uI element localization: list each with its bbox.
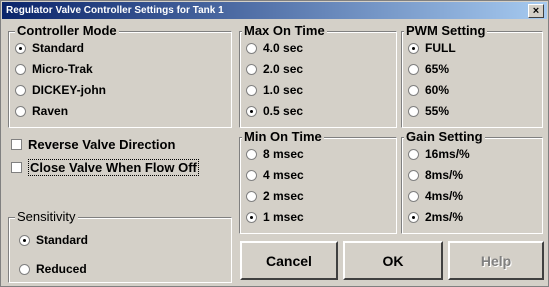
radio-icon — [408, 63, 419, 75]
reverse-valve-direction-checkbox[interactable]: Reverse Valve Direction — [11, 137, 175, 152]
option-label: 8ms/% — [425, 168, 464, 182]
radio-selected-icon — [246, 211, 257, 223]
controller-mode-group: Controller Mode Standard Micro-Trak DICK… — [8, 23, 232, 128]
help-label: Help — [480, 252, 512, 269]
max-on-time-4-0-radio[interactable]: 4.0 sec — [246, 40, 303, 56]
controller-mode-micro-trak-radio[interactable]: Micro-Trak — [15, 61, 93, 77]
radio-selected-icon — [15, 42, 26, 54]
radio-icon — [246, 190, 257, 202]
radio-icon — [408, 105, 419, 117]
close-button[interactable]: × — [528, 4, 544, 18]
gain-setting-group: Gain Setting 16ms/% 8ms/% 4ms/% 2ms/% — [401, 129, 543, 234]
min-on-time-8-radio[interactable]: 8 msec — [246, 146, 304, 162]
option-label: DICKEY-john — [32, 83, 106, 97]
option-label: 4ms/% — [425, 189, 464, 203]
gain-setting-label: Gain Setting — [404, 129, 485, 144]
pwm-setting-label: PWM Setting — [404, 23, 488, 38]
pwm-65-radio[interactable]: 65% — [408, 61, 449, 77]
pwm-55-radio[interactable]: 55% — [408, 103, 449, 119]
radio-icon — [246, 84, 257, 96]
gain-4-radio[interactable]: 4ms/% — [408, 188, 463, 204]
option-label: 4 msec — [263, 168, 304, 182]
option-label: 8 msec — [263, 147, 304, 161]
max-on-time-0-5-radio[interactable]: 0.5 sec — [246, 103, 303, 119]
radio-icon — [246, 148, 257, 160]
cancel-label: Cancel — [266, 252, 312, 269]
option-label: Raven — [32, 104, 69, 118]
checkbox-label: Reverse Valve Direction — [28, 137, 176, 152]
option-label: FULL — [425, 41, 456, 55]
option-label: 1.0 sec — [263, 83, 304, 97]
option-label: 65% — [425, 62, 450, 76]
close-valve-when-flow-off-checkbox[interactable]: Close Valve When Flow Off — [11, 159, 199, 176]
radio-icon — [246, 42, 257, 54]
radio-icon — [15, 105, 26, 117]
cancel-button[interactable]: Cancel — [240, 241, 338, 280]
pwm-full-radio[interactable]: FULL — [408, 40, 456, 56]
window-title: Regulator Valve Controller Settings for … — [6, 5, 224, 16]
radio-icon — [19, 263, 30, 275]
max-on-time-label: Max On Time — [242, 23, 327, 38]
max-on-time-2-0-radio[interactable]: 2.0 sec — [246, 61, 303, 77]
option-label: Standard — [32, 41, 85, 55]
radio-icon — [15, 63, 26, 75]
option-label: 55% — [425, 104, 450, 118]
controller-mode-raven-radio[interactable]: Raven — [15, 103, 68, 119]
title-bar: Regulator Valve Controller Settings for … — [2, 2, 547, 19]
checkbox-icon — [11, 162, 22, 173]
checkbox-label: Close Valve When Flow Off — [28, 159, 199, 176]
min-on-time-2-radio[interactable]: 2 msec — [246, 188, 304, 204]
max-on-time-1-0-radio[interactable]: 1.0 sec — [246, 82, 303, 98]
sensitivity-group: Sensitivity Standard Reduced — [8, 209, 232, 283]
gain-16-radio[interactable]: 16ms/% — [408, 146, 470, 162]
radio-icon — [246, 169, 257, 181]
radio-icon — [408, 169, 419, 181]
ok-label: OK — [382, 252, 404, 269]
settings-dialog: Regulator Valve Controller Settings for … — [0, 0, 549, 287]
option-label: 16ms/% — [425, 147, 470, 161]
radio-selected-icon — [19, 234, 30, 246]
sensitivity-standard-radio[interactable]: Standard — [19, 232, 88, 248]
min-on-time-4-radio[interactable]: 4 msec — [246, 167, 304, 183]
radio-selected-icon — [246, 105, 257, 117]
option-label: 2ms/% — [425, 210, 464, 224]
help-button[interactable]: Help — [448, 241, 544, 280]
ok-button[interactable]: OK — [343, 241, 443, 280]
min-on-time-1-radio[interactable]: 1 msec — [246, 209, 304, 225]
controller-mode-label: Controller Mode — [15, 23, 119, 38]
checkbox-icon — [11, 139, 22, 150]
max-on-time-group: Max On Time 4.0 sec 2.0 sec 1.0 sec 0.5 … — [239, 23, 397, 128]
option-label: 2 msec — [263, 189, 304, 203]
option-label: 2.0 sec — [263, 62, 304, 76]
radio-icon — [246, 63, 257, 75]
radio-selected-icon — [408, 42, 419, 54]
option-label: 4.0 sec — [263, 41, 304, 55]
controller-mode-standard-radio[interactable]: Standard — [15, 40, 84, 56]
option-label: Reduced — [36, 262, 87, 276]
controller-mode-dickey-john-radio[interactable]: DICKEY-john — [15, 82, 106, 98]
radio-icon — [408, 84, 419, 96]
radio-icon — [15, 84, 26, 96]
option-label: 60% — [425, 83, 450, 97]
min-on-time-group: Min On Time 8 msec 4 msec 2 msec 1 msec — [239, 129, 397, 234]
option-label: 1 msec — [263, 210, 304, 224]
radio-icon — [408, 148, 419, 160]
option-label: Standard — [36, 233, 89, 247]
pwm-60-radio[interactable]: 60% — [408, 82, 449, 98]
min-on-time-label: Min On Time — [242, 129, 324, 144]
radio-icon — [408, 190, 419, 202]
close-icon: × — [532, 5, 540, 17]
option-label: 0.5 sec — [263, 104, 304, 118]
gain-8-radio[interactable]: 8ms/% — [408, 167, 463, 183]
radio-selected-icon — [408, 211, 419, 223]
sensitivity-label: Sensitivity — [15, 209, 78, 224]
pwm-setting-group: PWM Setting FULL 65% 60% 55% — [401, 23, 543, 128]
sensitivity-reduced-radio[interactable]: Reduced — [19, 261, 87, 277]
gain-2-radio[interactable]: 2ms/% — [408, 209, 463, 225]
option-label: Micro-Trak — [32, 62, 93, 76]
